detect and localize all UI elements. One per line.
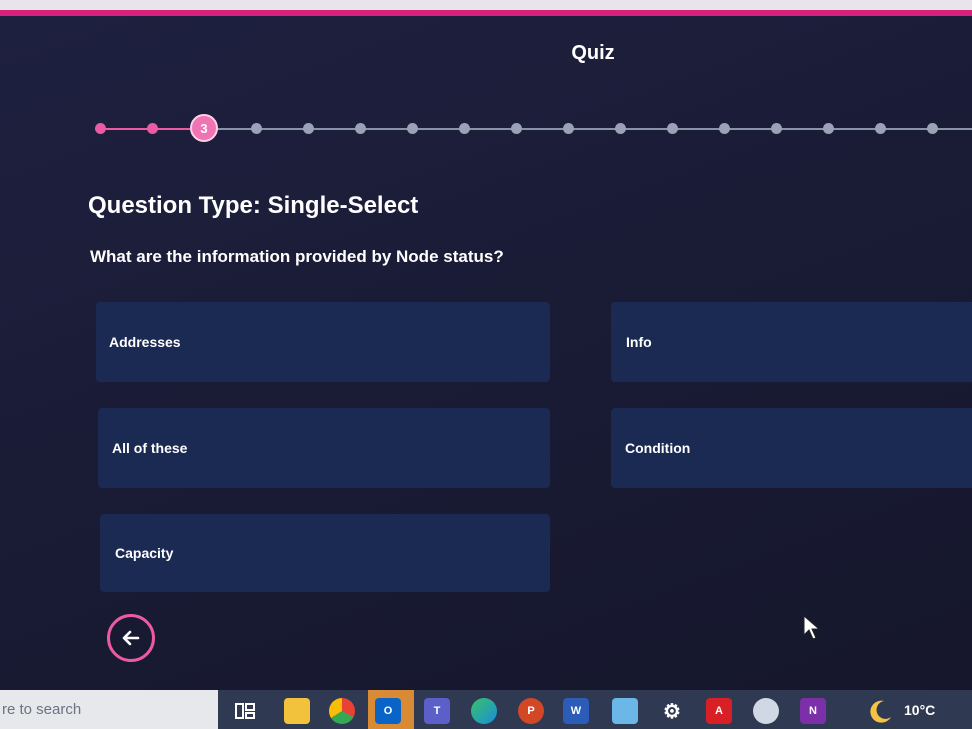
teams-icon[interactable]: T: [424, 698, 450, 724]
progress-step-pending: [667, 123, 678, 134]
option-all-of-these[interactable]: All of these: [98, 408, 550, 488]
task-view-glyph: [235, 703, 255, 719]
window-top-edge: [0, 0, 972, 10]
onenote-icon[interactable]: N: [800, 698, 826, 724]
edge-icon[interactable]: [471, 698, 497, 724]
progress-step-completed: [147, 123, 158, 134]
progress-step-completed: [95, 123, 106, 134]
progress-step-pending: [771, 123, 782, 134]
back-button[interactable]: [107, 614, 155, 662]
outlook-icon[interactable]: O: [375, 698, 401, 724]
file-explorer-icon[interactable]: [284, 698, 310, 724]
weather-temperature: 10°C: [904, 702, 936, 718]
progress-step-pending: [615, 123, 626, 134]
progress-step-pending: [459, 123, 470, 134]
progress-step-pending: [251, 123, 262, 134]
word-icon[interactable]: W: [563, 698, 589, 724]
powerpoint-icon[interactable]: P: [518, 698, 544, 724]
progress-step-pending: [719, 123, 730, 134]
progress-line-remaining: [205, 128, 972, 130]
settings-icon[interactable]: ⚙: [659, 698, 685, 724]
progress-step-pending: [407, 123, 418, 134]
quiz-screen: Quiz 3 Question Type: Single-Select What…: [0, 0, 972, 729]
progress-step-pending: [823, 123, 834, 134]
option-addresses[interactable]: Addresses: [96, 302, 550, 382]
option-capacity[interactable]: Capacity: [100, 514, 550, 592]
option-info[interactable]: Info: [611, 302, 972, 382]
progress-step-pending: [303, 123, 314, 134]
progress-step-pending: [511, 123, 522, 134]
progress-step-pending: [875, 123, 886, 134]
paint-icon[interactable]: [753, 698, 779, 724]
chrome-icon[interactable]: [329, 698, 355, 724]
progress-step-pending: [355, 123, 366, 134]
option-condition[interactable]: Condition: [611, 408, 972, 488]
progress-step-current: 3: [190, 114, 218, 142]
top-accent-bar: [0, 10, 972, 16]
acrobat-icon[interactable]: A: [706, 698, 732, 724]
question-type-heading: Question Type: Single-Select: [88, 192, 419, 219]
page-title: Quiz: [571, 42, 615, 64]
arrow-left-icon: [122, 630, 140, 646]
progress-step-pending: [563, 123, 574, 134]
mouse-cursor-icon: [803, 615, 821, 640]
weather-moon-icon: [870, 700, 891, 723]
progress-step-pending: [927, 123, 938, 134]
snipping-tool-icon[interactable]: [612, 698, 638, 724]
taskbar-search-input[interactable]: re to search: [0, 690, 218, 729]
question-text: What are the information provided by Nod…: [90, 247, 504, 266]
task-view-icon[interactable]: [232, 698, 258, 724]
taskbar: re to search O T P W ⚙ A N 10°C: [0, 690, 972, 729]
progress-stepper: 3: [95, 112, 972, 146]
